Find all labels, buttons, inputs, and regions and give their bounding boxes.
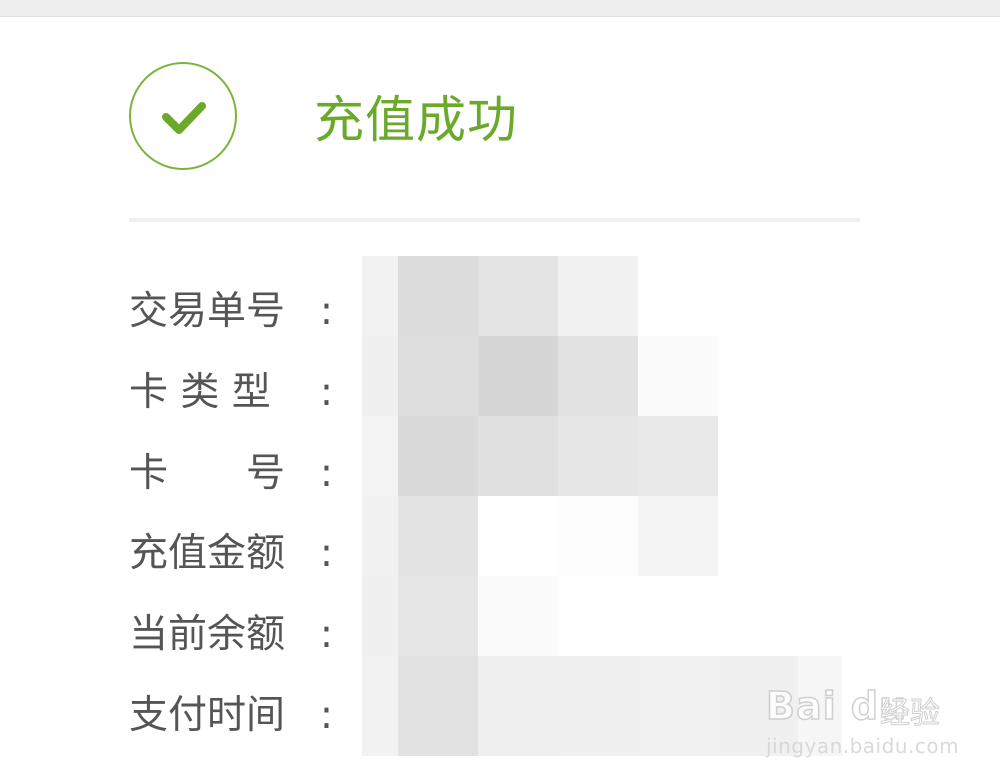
mosaic-tile [362,416,398,496]
mosaic-tile [398,656,478,756]
watermark-suffix: 经验 [880,696,941,732]
mosaic-tile [398,256,478,336]
mosaic-tile [478,256,558,336]
mosaic-tile [398,336,478,416]
mosaic-tile [558,416,638,496]
mosaic-tile [362,256,398,336]
label-card-type: 卡 类 型: [129,369,339,417]
top-bar [0,0,1000,17]
check-circle-icon [129,62,237,170]
mosaic-tile [362,336,398,416]
mosaic-tile [558,496,638,576]
mosaic-tile [478,416,558,496]
baidu-jingyan-watermark: Bai du 经验 jingyan.baidu.com [760,672,960,762]
mosaic-tile [638,336,718,416]
mosaic-tile [478,496,558,576]
label-payment-time: 支付时间: [129,693,333,738]
divider [129,218,860,222]
mosaic-tile [558,656,638,756]
mosaic-tile [398,576,478,656]
label-recharge-amount: 充值金额: [129,531,333,576]
mosaic-tile [638,416,718,496]
mosaic-tile [362,656,398,756]
watermark-url: jingyan.baidu.com [766,734,960,758]
card-type-text: 卡 类 型 [129,370,271,415]
label-transaction-number: 交易单号: [129,289,333,334]
label-current-balance: 当前余额: [129,612,333,657]
mosaic-tile [558,256,638,336]
mosaic-tile [362,576,398,656]
mosaic-tile [362,496,398,576]
mosaic-tile [478,576,558,656]
mosaic-tile [398,416,478,496]
mosaic-tile [478,336,558,416]
mosaic-tile [398,496,478,576]
label-card-number: 卡 号: [129,451,333,496]
mosaic-tile [478,656,558,756]
mosaic-tile [638,496,718,576]
mosaic-tile [638,656,718,756]
mosaic-tile [558,336,638,416]
page-title: 充值成功 [314,91,518,149]
